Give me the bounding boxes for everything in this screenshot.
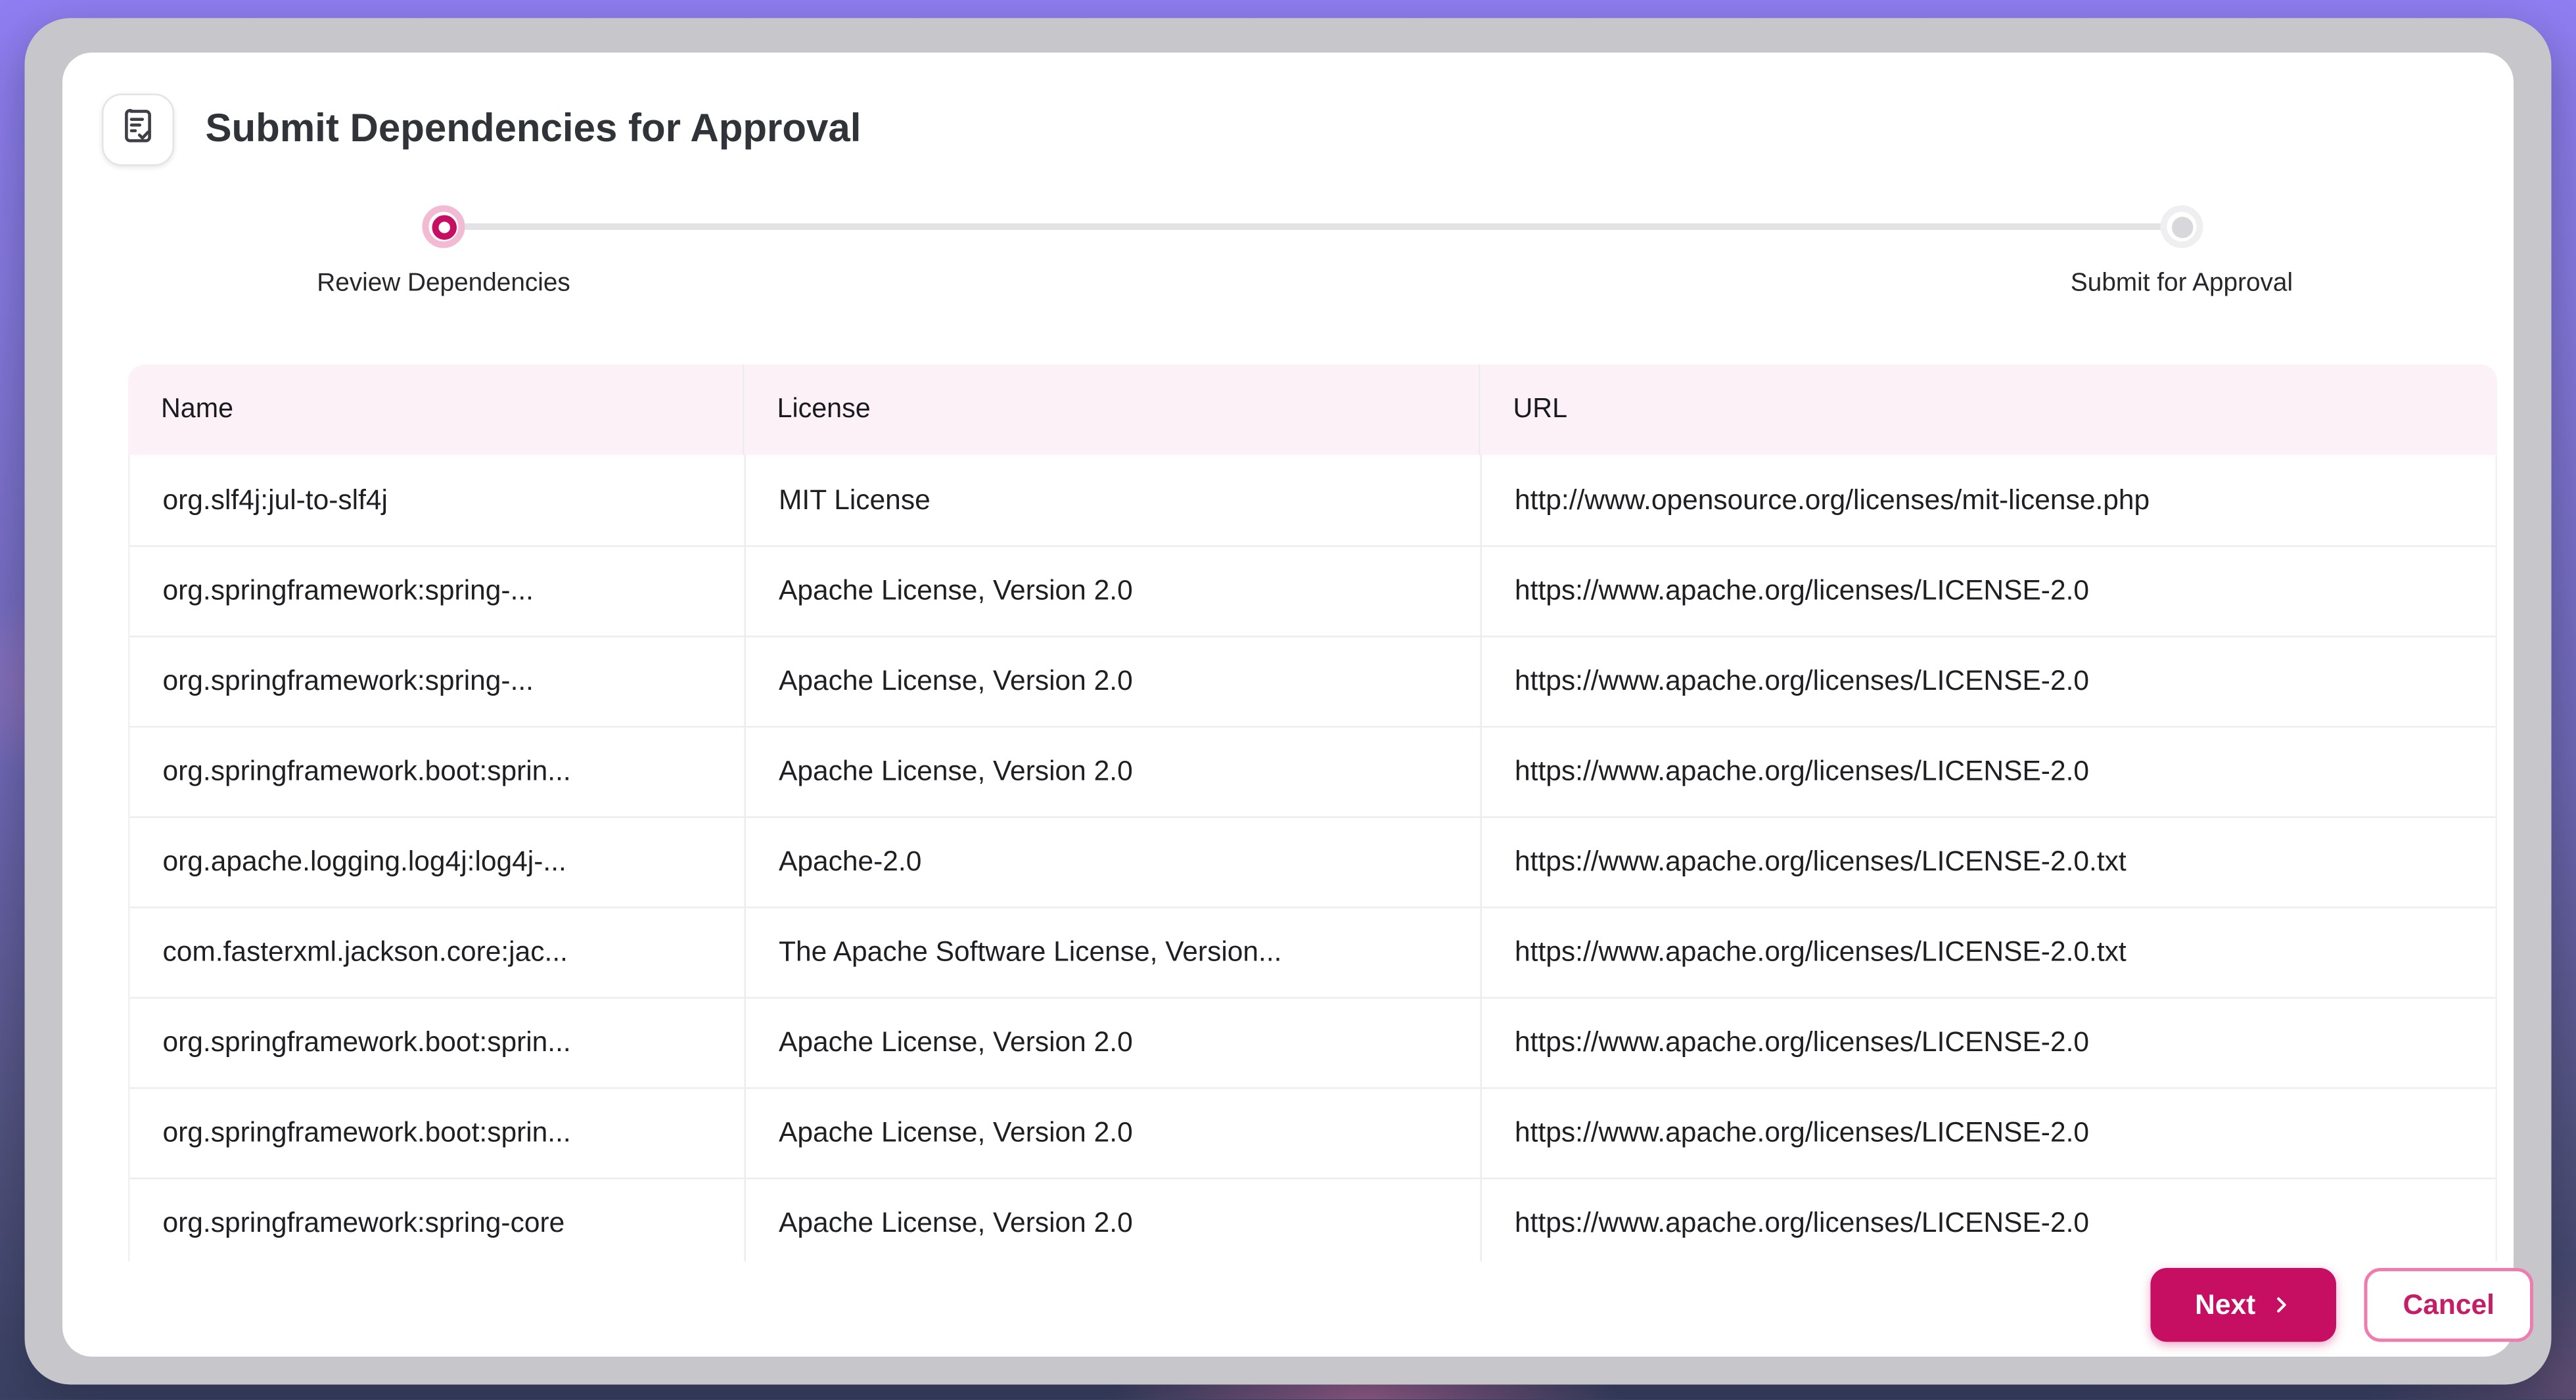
table-row[interactable]: org.springframework.boot:sprin... Apache… xyxy=(130,997,2496,1088)
table-header-row: Name License URL xyxy=(128,365,2497,455)
dependency-url-cell: http://www.opensource.org/licenses/mit-l… xyxy=(1481,455,2498,546)
dependency-url-cell: https://www.apache.org/licenses/LICENSE-… xyxy=(1481,637,2498,726)
table-row[interactable]: org.apache.logging.log4j:log4j-... Apach… xyxy=(130,817,2496,907)
dependency-license-cell: Apache License, Version 2.0 xyxy=(745,1089,1481,1178)
dependency-name-cell: org.springframework:spring-... xyxy=(130,637,745,726)
column-header-license: License xyxy=(743,365,1479,455)
dependencies-table: Name License URL org.slf4j:jul-to-slf4j … xyxy=(128,365,2497,1261)
table-row[interactable]: com.fasterxml.jackson.core:jac... The Ap… xyxy=(130,907,2496,997)
cancel-button-label: Cancel xyxy=(2403,1288,2495,1321)
dependency-license-cell: Apache License, Version 2.0 xyxy=(745,547,1481,636)
step-indicator-review-core xyxy=(431,214,456,239)
next-button-label: Next xyxy=(2195,1288,2255,1321)
dependency-name-cell: org.slf4j:jul-to-slf4j xyxy=(130,455,745,546)
dependency-url-cell: https://www.apache.org/licenses/LICENSE-… xyxy=(1481,909,2498,997)
dependency-name-cell: com.fasterxml.jackson.core:jac... xyxy=(130,909,745,997)
next-button[interactable]: Next xyxy=(2151,1268,2337,1342)
table-row[interactable]: org.springframework.boot:sprin... Apache… xyxy=(130,726,2496,817)
dependency-url-cell: https://www.apache.org/licenses/LICENSE-… xyxy=(1481,547,2498,636)
column-header-url: URL xyxy=(1479,365,2497,455)
dependency-name-cell: org.springframework:spring-core xyxy=(130,1179,745,1261)
dependency-url-cell: https://www.apache.org/licenses/LICENSE-… xyxy=(1481,818,2498,907)
dependency-name-cell: org.springframework.boot:sprin... xyxy=(130,1089,745,1178)
dependency-license-cell: Apache License, Version 2.0 xyxy=(745,1179,1481,1261)
dialog-icon-box xyxy=(102,94,174,166)
dependency-url-cell: https://www.apache.org/licenses/LICENSE-… xyxy=(1481,999,2498,1087)
dependency-license-cell: The Apache Software License, Version... xyxy=(745,909,1481,997)
dependency-license-cell: MIT License xyxy=(745,455,1481,546)
dependency-url-cell: https://www.apache.org/licenses/LICENSE-… xyxy=(1481,728,2498,817)
table-row[interactable]: org.springframework:spring-... Apache Li… xyxy=(130,545,2496,636)
step-label-submit: Submit for Approval xyxy=(2071,269,2293,299)
stepper-connector xyxy=(463,223,2182,230)
window-frame: Submit Dependencies for Approval Review … xyxy=(25,18,2552,1385)
table-row[interactable]: org.springframework:spring-core Apache L… xyxy=(130,1178,2496,1262)
document-check-icon xyxy=(117,104,160,156)
page-title: Submit Dependencies for Approval xyxy=(206,107,862,153)
table-row[interactable]: org.slf4j:jul-to-slf4j MIT License http:… xyxy=(130,455,2496,546)
table-body: org.slf4j:jul-to-slf4j MIT License http:… xyxy=(128,455,2497,1262)
step-indicator-review[interactable] xyxy=(423,206,465,248)
cancel-button[interactable]: Cancel xyxy=(2364,1268,2534,1342)
chevron-right-icon xyxy=(2270,1294,2292,1316)
column-header-name: Name xyxy=(128,365,743,455)
dependency-name-cell: org.springframework.boot:sprin... xyxy=(130,999,745,1087)
step-indicator-submit[interactable] xyxy=(2161,206,2203,248)
dependency-license-cell: Apache License, Version 2.0 xyxy=(745,637,1481,726)
table-row[interactable]: org.springframework:spring-... Apache Li… xyxy=(130,636,2496,727)
screen: Submit Dependencies for Approval Review … xyxy=(0,0,2576,1399)
table-row[interactable]: org.springframework.boot:sprin... Apache… xyxy=(130,1087,2496,1178)
step-indicator-submit-core xyxy=(2171,216,2193,238)
dependency-url-cell: https://www.apache.org/licenses/LICENSE-… xyxy=(1481,1089,2498,1178)
dependency-license-cell: Apache-2.0 xyxy=(745,818,1481,907)
dependency-license-cell: Apache License, Version 2.0 xyxy=(745,999,1481,1087)
dependency-license-cell: Apache License, Version 2.0 xyxy=(745,728,1481,817)
dependency-url-cell: https://www.apache.org/licenses/LICENSE-… xyxy=(1481,1179,2498,1261)
dependency-name-cell: org.springframework:spring-... xyxy=(130,547,745,636)
submit-dependencies-dialog: Submit Dependencies for Approval Review … xyxy=(62,53,2514,1357)
step-label-review: Review Dependencies xyxy=(317,269,570,299)
dependency-name-cell: org.apache.logging.log4j:log4j-... xyxy=(130,818,745,907)
dependency-name-cell: org.springframework.boot:sprin... xyxy=(130,728,745,817)
